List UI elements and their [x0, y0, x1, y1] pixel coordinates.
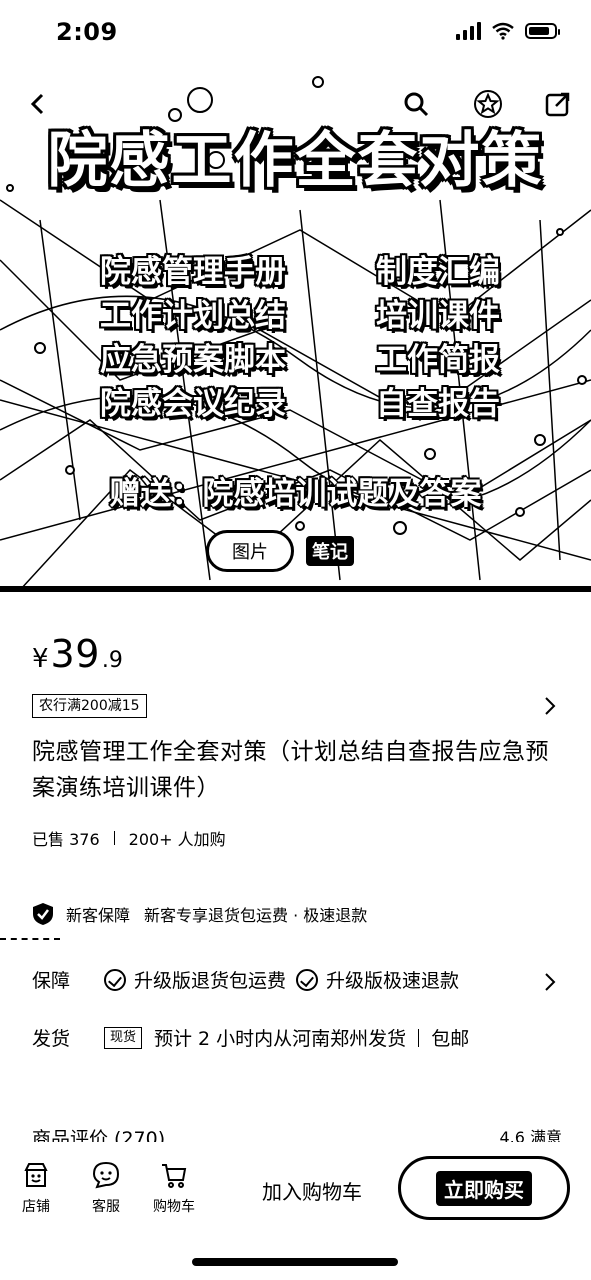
- product-image-carousel[interactable]: 院感工作全套对策 院感管理手册 制度汇编 工作计划总结 培训课件 应急预案脚本 工作简…: [0, 0, 591, 592]
- price-symbol: ¥: [32, 644, 49, 674]
- product-title: 院感管理工作全套对策（计划总结自查报告应急预案演练培训课件）: [32, 739, 549, 801]
- buy-now-label: 立即购买: [436, 1170, 532, 1206]
- hero-line-right: 工作简报: [376, 342, 500, 378]
- check-circle-icon: [104, 968, 126, 991]
- reviews-header[interactable]: 商品评价 (270) 4.6 满意: [32, 1124, 562, 1142]
- cart-add-count: 200+ 人加购: [128, 830, 226, 849]
- hero-line-left: 院感会议纪录: [100, 386, 286, 422]
- divider: [113, 831, 115, 845]
- shipping-estimate: 预计 2 小时内从河南郑州发货: [154, 1028, 407, 1050]
- shipping-label: 发货: [32, 1028, 71, 1050]
- tab-picture[interactable]: 图片: [206, 530, 294, 572]
- shop-icon: [24, 1163, 48, 1187]
- cellular-signal-icon: [456, 22, 481, 40]
- guarantee-item-text: 升级版退货包运费: [134, 970, 287, 992]
- status-bar: 2:09: [0, 0, 591, 64]
- hero-line: 工作计划总结 培训课件: [100, 294, 500, 338]
- battery-level: [529, 27, 550, 35]
- status-icons: [456, 22, 560, 40]
- hero-title: 院感工作全套对策: [47, 126, 544, 196]
- hero-divider: [0, 586, 591, 592]
- chevron-right-icon[interactable]: [537, 694, 561, 718]
- media-tabs: 图片 笔记: [206, 530, 354, 572]
- home-indicator: [192, 1258, 398, 1266]
- newbie-label: 新客保障: [66, 906, 131, 925]
- cart-icon: [162, 1164, 187, 1188]
- hero-line-left: 院感管理手册: [100, 254, 286, 290]
- free-shipping: 包邮: [431, 1028, 470, 1050]
- hero-feature-list: 院感管理手册 制度汇编 工作计划总结 培训课件 应急预案脚本 工作简报 院感会议纪录 自…: [100, 250, 500, 426]
- guarantee-label: 保障: [32, 970, 71, 992]
- divider: [418, 1028, 420, 1047]
- search-button[interactable]: [398, 86, 434, 122]
- chevron-right-icon[interactable]: [537, 970, 561, 994]
- reviews-rating: 4.6 满意: [499, 1128, 562, 1142]
- battery-icon: [525, 23, 560, 39]
- check-circle-icon: [296, 968, 319, 991]
- guarantee-item: 升级版退货包运费: [104, 966, 286, 993]
- newbie-text: 新客专享退货包运费 · 极速退款: [144, 906, 368, 925]
- divider: [0, 938, 60, 940]
- status-time: 2:09: [56, 18, 118, 46]
- shop-button[interactable]: 店铺: [6, 1160, 66, 1216]
- hero-gift-text: 赠送：院感培训试题及答案: [109, 476, 482, 512]
- chevron-left-icon: [30, 93, 44, 115]
- guarantee-item-text: 升级版极速退款: [326, 970, 460, 992]
- search-icon: [404, 92, 429, 117]
- newbie-guarantee: 新客保障 新客专享退货包运费 · 极速退款: [32, 902, 367, 926]
- hero-line-left: 应急预案脚本: [100, 342, 286, 378]
- price-integer: 39: [50, 632, 100, 676]
- customer-service-button[interactable]: 客服: [76, 1160, 136, 1216]
- guarantee-item: 升级版极速退款: [296, 966, 459, 993]
- cart-button[interactable]: 购物车: [144, 1160, 204, 1216]
- hero-line-left: 工作计划总结: [100, 298, 286, 334]
- hero-line-right: 培训课件: [376, 298, 500, 334]
- hero-line: 应急预案脚本 工作简报: [100, 338, 500, 382]
- sales-info: 已售 376 200+ 人加购: [32, 826, 226, 850]
- reviews-title: 商品评价 (270): [32, 1128, 166, 1142]
- wifi-icon: [492, 22, 514, 40]
- favorite-button[interactable]: [470, 86, 506, 122]
- chat-icon: [92, 1161, 120, 1189]
- hero-line: 院感会议纪录 自查报告: [100, 382, 500, 426]
- shop-label: 店铺: [22, 1199, 50, 1215]
- cart-label: 购物车: [153, 1199, 195, 1215]
- buy-now-button[interactable]: 立即购买: [398, 1156, 570, 1220]
- sold-count: 已售 376: [32, 830, 100, 849]
- share-button[interactable]: [540, 86, 576, 122]
- hero-line-right: 制度汇编: [376, 254, 500, 290]
- coupon-badge[interactable]: 农行满200减15: [32, 694, 147, 718]
- service-label: 客服: [92, 1199, 120, 1215]
- star-icon: [474, 90, 502, 118]
- price: ¥ 39 .9: [32, 632, 123, 676]
- share-icon: [545, 92, 570, 117]
- hero-line: 院感管理手册 制度汇编: [100, 250, 500, 294]
- back-button[interactable]: [20, 86, 56, 122]
- shield-check-icon: [33, 903, 53, 925]
- add-to-cart-button[interactable]: 加入购物车: [240, 1170, 384, 1210]
- hero-line-right: 自查报告: [376, 386, 500, 422]
- guarantee-row[interactable]: 保障 升级版退货包运费 升级版极速退款: [32, 966, 469, 993]
- tab-note[interactable]: 笔记: [306, 536, 354, 566]
- in-stock-tag: 现货: [104, 1026, 143, 1049]
- shipping-row: 发货 现货 预计 2 小时内从河南郑州发货 包邮: [32, 1024, 469, 1051]
- price-decimal: .9: [101, 648, 123, 673]
